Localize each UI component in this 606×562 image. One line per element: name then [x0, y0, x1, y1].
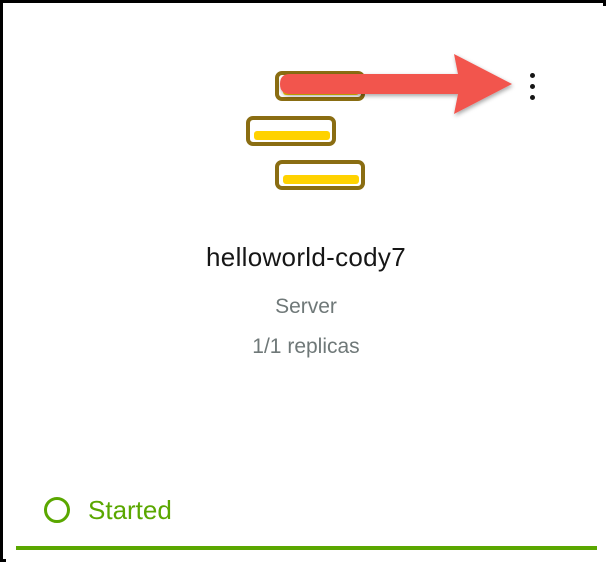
menu-dot	[529, 83, 535, 89]
red-arrow-annotation	[280, 54, 512, 114]
status-ring-icon	[44, 497, 70, 523]
service-replicas: 1/1 replicas	[252, 335, 360, 358]
screenshot-frame: helloworld-cody7 Server 1/1 replicas Sta…	[0, 0, 606, 562]
overflow-menu-icon[interactable]	[518, 66, 546, 106]
service-name: helloworld-cody7	[206, 242, 406, 272]
status-indicator: Started	[44, 492, 172, 528]
service-card[interactable]: helloworld-cody7 Server 1/1 replicas Sta…	[6, 6, 606, 562]
menu-dot	[529, 72, 535, 78]
service-type: Server	[275, 295, 337, 318]
status-label: Started	[88, 494, 172, 525]
status-bar	[16, 546, 597, 550]
menu-dot	[529, 94, 535, 100]
